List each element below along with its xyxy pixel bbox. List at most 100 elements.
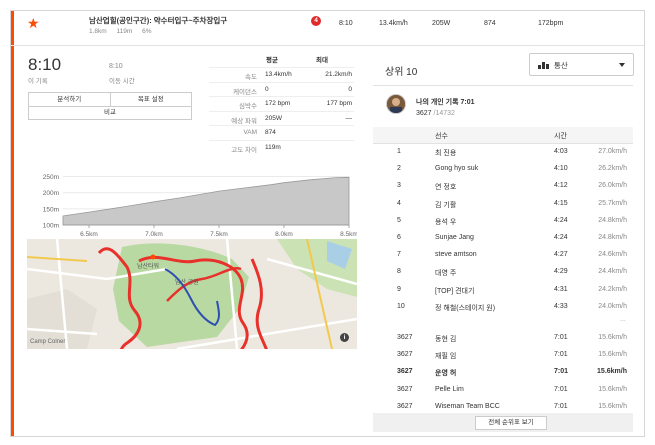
row-rider-name[interactable]: steve amtson	[435, 251, 477, 258]
avatar-image	[387, 95, 405, 113]
stat-label: 고도 차이	[231, 146, 257, 154]
row-rider-name[interactable]: Gong hyo suk	[435, 165, 478, 172]
row-rank: 3627	[397, 368, 413, 376]
row-rider-name[interactable]: 김 기활	[435, 200, 456, 210]
stat-avg: 172 bpm	[265, 100, 291, 107]
stat-label: 속도	[245, 74, 257, 81]
row-time: 4:27	[554, 251, 568, 259]
row-rider-name[interactable]: 대영 주	[435, 268, 456, 278]
action-buttons: 분석하기 목표 설정	[28, 92, 192, 107]
star-icon[interactable]: ★	[27, 16, 40, 30]
elevation-area	[62, 176, 350, 226]
stat-row: 케이던스 0 0	[209, 81, 354, 96]
row-rider-name[interactable]: Sunjae Jang	[435, 234, 474, 241]
row-rider-name[interactable]: 용석 우	[435, 217, 456, 227]
compare-button[interactable]: 비교	[28, 106, 192, 120]
segment-grade: 6%	[142, 28, 152, 35]
stat-avg: 13.4km/h	[265, 71, 292, 78]
segment-distance: 1.8km	[89, 28, 107, 35]
row-rank: 6	[397, 234, 401, 241]
stat-row: 속도 13.4km/h 21.2km/h	[209, 67, 354, 81]
row-rider-name[interactable]: 정 해철(스테이지 원)	[435, 303, 495, 313]
segment-map[interactable]: 남산타워 남산 공원 Camp Colner i	[27, 239, 357, 349]
table-row[interactable]: 3627 동현 김 7:01 15.6km/h	[373, 329, 633, 346]
header-vam: 874	[484, 20, 496, 27]
row-speed: 26.2km/h	[598, 165, 627, 173]
header-time: 8:10	[339, 20, 353, 27]
x-tick-label: 8.5km	[340, 231, 357, 238]
row-rider-name[interactable]: 연 정호	[435, 182, 456, 192]
row-speed: 25.7km/h	[598, 199, 627, 207]
row-speed: 24.4km/h	[598, 268, 627, 276]
row-time: 4:03	[554, 148, 568, 155]
personal-record: 나의 개인 기록 7:01 3627 /14732	[373, 85, 633, 129]
view-full-leaderboard-button[interactable]: 전체 순위표 보기	[475, 416, 547, 430]
row-time: 7:01	[554, 351, 568, 359]
stat-max: 0	[348, 85, 352, 93]
row-rider-name[interactable]: Wiseman Team BCC	[435, 403, 500, 410]
row-time: 7:01	[554, 385, 568, 393]
info-icon[interactable]: i	[340, 333, 349, 342]
stat-label: 케이던스	[233, 88, 257, 96]
table-row[interactable]: 6 Sunjae Jang 4:24 24.8km/h	[373, 229, 633, 246]
stat-max: 177 bpm	[326, 100, 352, 107]
leaderboard-filter-dropdown[interactable]: 통산	[529, 53, 634, 76]
table-row[interactable]: 5 용석 우 4:24 24.8km/h	[373, 212, 633, 229]
table-row[interactable]: 3 연 정호 4:12 26.0km/h	[373, 177, 633, 194]
analyze-button[interactable]: 분석하기	[29, 93, 110, 106]
segment-summary: 1.8km 119m 6%	[89, 28, 160, 35]
row-speed: 24.0km/h	[598, 302, 627, 310]
row-rank: 7	[397, 251, 401, 259]
header-speed: 13.4km/h	[379, 20, 408, 27]
row-rider-name[interactable]: 운영 허	[435, 368, 456, 378]
row-speed: 15.6km/h	[598, 334, 627, 341]
chevron-down-icon	[619, 63, 625, 67]
row-time: 4:33	[554, 302, 568, 310]
table-row[interactable]: 8 대영 주 4:29 24.4km/h	[373, 263, 633, 280]
row-speed: 24.8km/h	[598, 216, 627, 224]
row-speed: 24.8km/h	[598, 234, 627, 241]
stat-label: 예상 파워	[231, 117, 257, 125]
y-tick-label: 200m	[43, 190, 59, 197]
row-rider-name[interactable]: Pelle Lim	[435, 386, 464, 393]
table-row[interactable]: 1 최 진용 4:03 27.0km/h	[373, 143, 633, 160]
table-row-self[interactable]: 3627 운영 허 7:01 15.6km/h	[373, 363, 633, 380]
set-goal-button[interactable]: 목표 설정	[109, 93, 192, 106]
stat-max: —	[345, 114, 353, 122]
row-time: 4:24	[554, 234, 568, 241]
leaderboard-title: 상위 10	[385, 67, 418, 78]
row-speed: 15.6km/h	[598, 385, 627, 393]
table-row[interactable]: 3627 Pelle Lim 7:01 15.6km/h	[373, 381, 633, 398]
table-row[interactable]: 4 김 기활 4:15 25.7km/h	[373, 195, 633, 212]
view-all-bar: 전체 순위표 보기	[373, 413, 633, 432]
row-rider-name[interactable]: 동현 김	[435, 334, 456, 344]
table-row[interactable]: 10 정 해철(스테이지 원) 4:33 24.0km/h	[373, 298, 633, 315]
row-rank: 3627	[397, 385, 413, 393]
map-canvas	[27, 239, 357, 349]
table-row[interactable]: 2 Gong hyo suk 4:10 26.2km/h	[373, 160, 633, 177]
row-speed: 15.6km/h	[598, 402, 627, 410]
x-tick-label: 6.5km	[80, 231, 98, 238]
segment-name[interactable]: 남산업힐(공인구간): 약수터입구~주차장입구	[89, 15, 227, 26]
row-rider-name[interactable]: 재필 임	[435, 351, 456, 361]
moving-time-label: 이동 시간	[109, 78, 135, 85]
avatar	[386, 94, 406, 114]
row-time: 4:29	[554, 268, 568, 276]
table-row[interactable]: 9 [TOP] 견대기 4:31 24.2km/h	[373, 281, 633, 298]
col-time: 시간	[554, 133, 567, 140]
header-power: 205W	[432, 20, 451, 27]
stat-avg: 119m	[265, 143, 281, 151]
stat-row: VAM 874	[209, 125, 354, 139]
row-rider-name[interactable]: [TOP] 견대기	[435, 286, 474, 296]
leaderboard-ellipsis: ...	[620, 316, 626, 323]
stat-label: 심박수	[239, 103, 257, 110]
table-row[interactable]: 3627 재필 임 7:01 15.6km/h	[373, 346, 633, 363]
row-speed: 27.0km/h	[598, 148, 627, 155]
stat-max: 21.2km/h	[325, 71, 352, 78]
map-label-park: 남산 공원	[175, 280, 199, 286]
row-rider-name[interactable]: 최 진용	[435, 148, 456, 158]
chart-x-ticks: 6.5km 7.0km 7.5km 8.0km 8.5km	[63, 224, 357, 238]
stats-max-header: 최대	[316, 57, 328, 64]
table-row[interactable]: 7 steve amtson 4:27 24.6km/h	[373, 246, 633, 263]
row-time: 4:31	[554, 285, 568, 293]
